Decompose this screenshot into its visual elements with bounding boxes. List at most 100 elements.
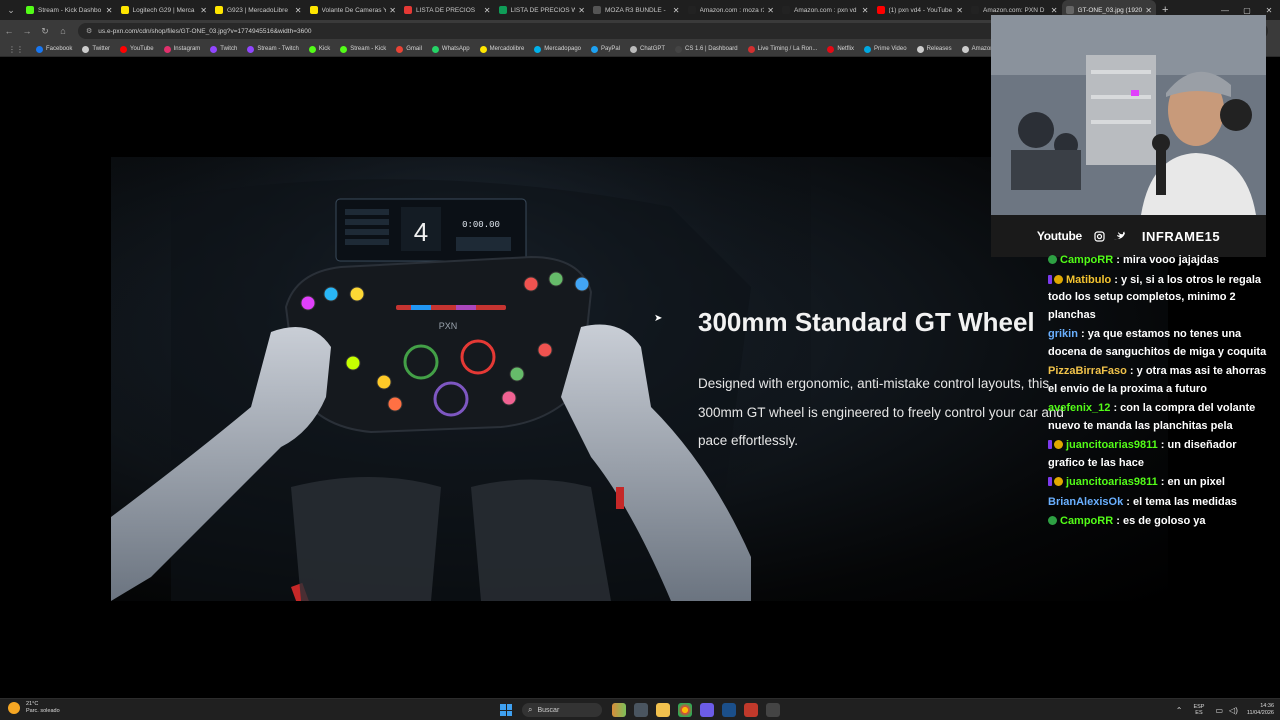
app-settings-icon[interactable] [766, 703, 780, 717]
chat-username[interactable]: avefenix_12 [1048, 402, 1110, 414]
browser-tab[interactable]: LISTA DE PRECIOS ✕ [400, 0, 495, 20]
tab-close-icon[interactable]: ✕ [956, 6, 963, 15]
tab-close-icon[interactable]: ✕ [484, 6, 491, 15]
weather-widget[interactable]: 21°C Parc. soleado [8, 701, 60, 715]
bookmark-item[interactable]: Mercadopago [534, 45, 581, 53]
tab-close-icon[interactable]: ✕ [200, 6, 207, 15]
tab-favicon-icon [876, 6, 885, 14]
browser-tab[interactable]: Amazon.com : pxn vd ✕ [778, 0, 873, 20]
bookmark-item[interactable]: Mercadolibre [479, 45, 524, 53]
chat-username[interactable]: CampoRR [1060, 254, 1113, 266]
bookmark-label: Kick [318, 46, 331, 52]
discord-icon[interactable] [700, 703, 714, 717]
tab-close-icon[interactable]: ✕ [1051, 6, 1058, 15]
bookmark-favicon-icon [82, 45, 90, 53]
tray-chevron-icon[interactable]: ⌃ [1176, 706, 1183, 715]
bookmark-favicon-icon [675, 45, 683, 53]
forward-icon[interactable]: → [18, 22, 36, 40]
tab-close-icon[interactable]: ✕ [389, 6, 396, 15]
task-view-icon[interactable] [634, 703, 648, 717]
chat-username[interactable]: BrianAlexisOk [1048, 496, 1123, 508]
chat-username[interactable]: PizzaBirraFaso [1048, 365, 1127, 377]
tab-close-icon[interactable]: ✕ [862, 6, 869, 15]
tab-favicon-icon [1065, 6, 1074, 14]
reload-icon[interactable]: ↻ [36, 22, 54, 40]
tab-close-icon[interactable]: ✕ [767, 6, 774, 15]
widget-app-icon[interactable] [612, 703, 626, 717]
browser-tab[interactable]: MOZA R3 BUNDLE - ✕ [589, 0, 684, 20]
bookmark-item[interactable]: Instagram [163, 45, 200, 53]
tab-close-icon[interactable]: ✕ [673, 6, 680, 15]
bookmark-item[interactable]: Stream - Twitch [247, 45, 299, 53]
chat-username[interactable]: CampoRR [1060, 515, 1113, 527]
volume-icon[interactable]: ◁) [1229, 706, 1238, 715]
bookmark-favicon-icon [163, 45, 171, 53]
chat-username[interactable]: juancitoarias9811 [1066, 439, 1158, 451]
steam-icon[interactable] [722, 703, 736, 717]
weather-text: Parc. soleado [26, 708, 60, 714]
bookmark-favicon-icon [591, 45, 598, 53]
bookmark-item[interactable]: Twitch [210, 45, 237, 53]
tab-close-icon[interactable]: ✕ [578, 6, 585, 15]
chat-message: BrianAlexisOk : el tema las medidas [1048, 495, 1237, 508]
tab-label: Stream - Kick Dashbo [38, 6, 102, 14]
bookmark-item[interactable]: Live Timing / La Ron... [747, 45, 817, 53]
back-icon[interactable]: ← [0, 22, 18, 40]
site-info-icon[interactable]: ⚙ [86, 27, 92, 35]
bookmark-item[interactable]: WhatsApp [431, 45, 470, 53]
bookmark-item[interactable]: Stream - Kick [340, 45, 387, 53]
lang-bottom: ES [1195, 710, 1203, 716]
bookmark-favicon-icon [864, 45, 871, 53]
language-indicator[interactable]: ESP ES [1193, 704, 1204, 716]
chat-message: PizzaBirraFaso : y otra mas asi te ahorr… [1048, 365, 1267, 395]
home-icon[interactable]: ⌂ [54, 22, 72, 40]
steering-wheel: PXN [284, 255, 593, 434]
bookmark-label: Facebook [46, 46, 73, 52]
bookmark-item[interactable]: Kick [308, 45, 331, 53]
bookmark-favicon-icon [210, 45, 218, 53]
bookmark-item[interactable]: Gmail [396, 45, 422, 53]
taskbar-search[interactable]: ⌕ Buscar [522, 703, 602, 717]
sun-icon [8, 702, 20, 714]
bookmark-item[interactable]: Netflix [827, 45, 854, 53]
chat-username[interactable]: juancitoarias9811 [1066, 476, 1158, 488]
browser-tab[interactable]: (1) pxn vd4 - YouTube ✕ [873, 0, 968, 20]
windows-start-icon[interactable] [500, 704, 512, 716]
bookmark-item[interactable]: Prime Video [864, 45, 907, 53]
tab-favicon-icon [309, 6, 318, 14]
bookmark-favicon-icon [247, 45, 255, 53]
apps-grid-icon[interactable]: ⋮⋮ [8, 45, 24, 54]
dashboard-display: 4 0:00.00 [335, 198, 527, 262]
bookmark-item[interactable]: Facebook [36, 45, 73, 53]
browser-tab[interactable]: G923 | MercadoLibre ✕ [211, 0, 306, 20]
tab-search-icon[interactable]: ⌄ [0, 0, 22, 20]
browser-tab[interactable]: Volante De Cameras Y ✕ [306, 0, 401, 20]
clock[interactable]: 14:36 11/04/2026 [1247, 703, 1274, 717]
app-red-icon[interactable] [744, 703, 758, 717]
browser-tab[interactable]: Logitech G29 | Merca ✕ [117, 0, 212, 20]
bookmark-item[interactable]: Twitter [82, 45, 110, 53]
file-explorer-icon[interactable] [656, 703, 670, 717]
bookmark-item[interactable]: ChatGPT [630, 45, 665, 53]
browser-tab[interactable]: Stream - Kick Dashbo ✕ [22, 0, 117, 20]
bookmark-item[interactable]: YouTube [120, 45, 154, 53]
chat-username[interactable]: Matibulo [1066, 274, 1111, 286]
chat-username[interactable]: grikin [1048, 328, 1078, 340]
bookmark-label: Stream - Kick [350, 46, 387, 52]
chrome-icon[interactable] [678, 703, 692, 717]
bookmark-favicon-icon [534, 45, 542, 53]
bookmark-item[interactable]: Releases [916, 45, 952, 53]
tab-close-icon[interactable]: ✕ [295, 6, 302, 15]
tab-close-icon[interactable]: ✕ [106, 6, 113, 15]
network-icon[interactable]: ▭ [1215, 706, 1223, 715]
twitter-icon [1114, 230, 1126, 242]
tab-favicon-icon [971, 6, 979, 14]
browser-tab[interactable]: LISTA DE PRECIOS Wi ✕ [495, 0, 590, 20]
tab-label: MOZA R3 BUNDLE - [605, 6, 666, 14]
bookmark-item[interactable]: PayPal [591, 45, 620, 53]
bookmark-item[interactable]: CS 1.6 | Dashboard [675, 45, 738, 53]
social-links-bar: Youtube INFRAME15 [991, 215, 1266, 257]
browser-tab[interactable]: Amazon.com : moza r3 ✕ [684, 0, 779, 20]
tab-label: GT-ONE_03.jpg (1920 [1077, 6, 1143, 14]
tab-close-icon[interactable]: ✕ [1145, 6, 1152, 15]
